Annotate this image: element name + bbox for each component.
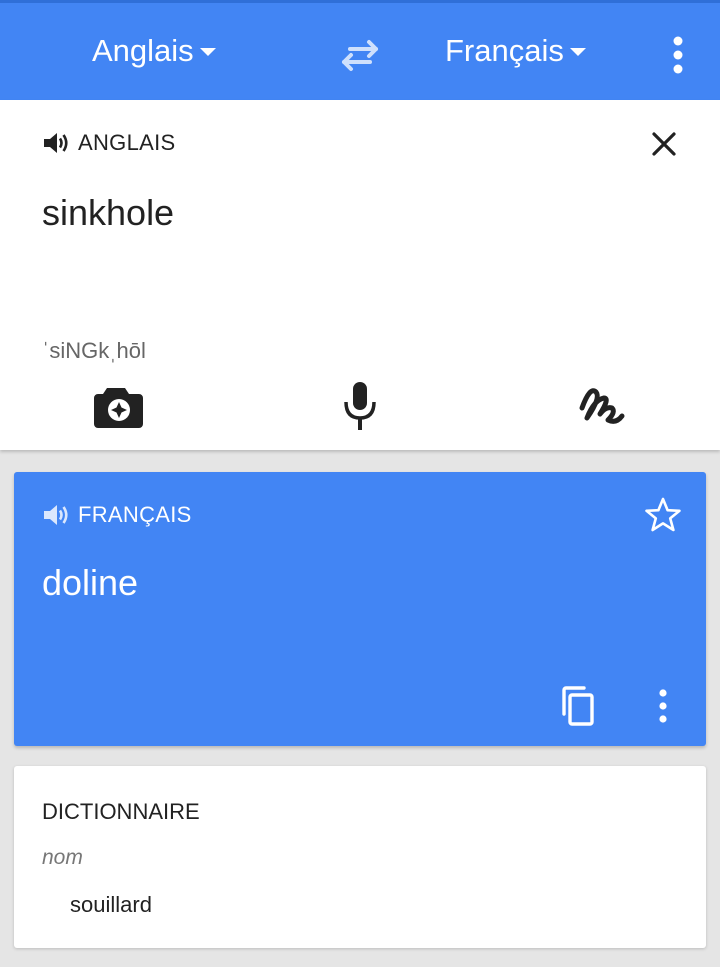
source-language-heading-label: ANGLAIS — [78, 130, 176, 155]
source-text[interactable]: sinkhole — [42, 192, 174, 234]
dropdown-caret-icon — [569, 48, 586, 56]
phonetic-transcription: ˈsiNGkˌhōl — [42, 338, 146, 363]
more-vert-icon[interactable] — [662, 33, 694, 77]
handwriting-icon[interactable] — [572, 378, 628, 434]
dictionary-title: DICTIONNAIRE — [42, 799, 200, 824]
camera-icon[interactable] — [92, 378, 148, 434]
target-language-selector[interactable]: Français — [445, 33, 586, 69]
star-icon[interactable] — [644, 496, 682, 534]
target-language-label: Français — [445, 33, 564, 68]
dropdown-caret-icon — [199, 48, 216, 56]
source-language-label: Anglais — [92, 33, 194, 68]
source-input-card: ANGLAIS sinkhole ˈsiNGkˌhōl — [0, 100, 720, 450]
part-of-speech: nom — [42, 846, 83, 869]
translation-result-card: FRANÇAIS doline — [14, 472, 706, 746]
dictionary-card: DICTIONNAIRE nom souillard — [14, 766, 706, 948]
speaker-icon[interactable] — [42, 503, 70, 527]
microphone-icon[interactable] — [332, 378, 388, 434]
app-bar: Anglais Français — [0, 0, 720, 100]
close-icon[interactable] — [646, 126, 682, 162]
source-language-heading[interactable]: ANGLAIS — [42, 130, 175, 156]
swap-icon[interactable] — [336, 35, 384, 75]
translated-text[interactable]: doline — [42, 562, 138, 604]
more-vert-icon[interactable] — [650, 686, 676, 726]
source-language-selector[interactable]: Anglais — [92, 33, 216, 69]
copy-icon[interactable] — [558, 684, 598, 728]
target-language-heading[interactable]: FRANÇAIS — [42, 502, 192, 528]
target-language-heading-label: FRANÇAIS — [78, 502, 192, 527]
speaker-icon[interactable] — [42, 131, 70, 155]
dictionary-entry[interactable]: souillard — [70, 892, 152, 918]
